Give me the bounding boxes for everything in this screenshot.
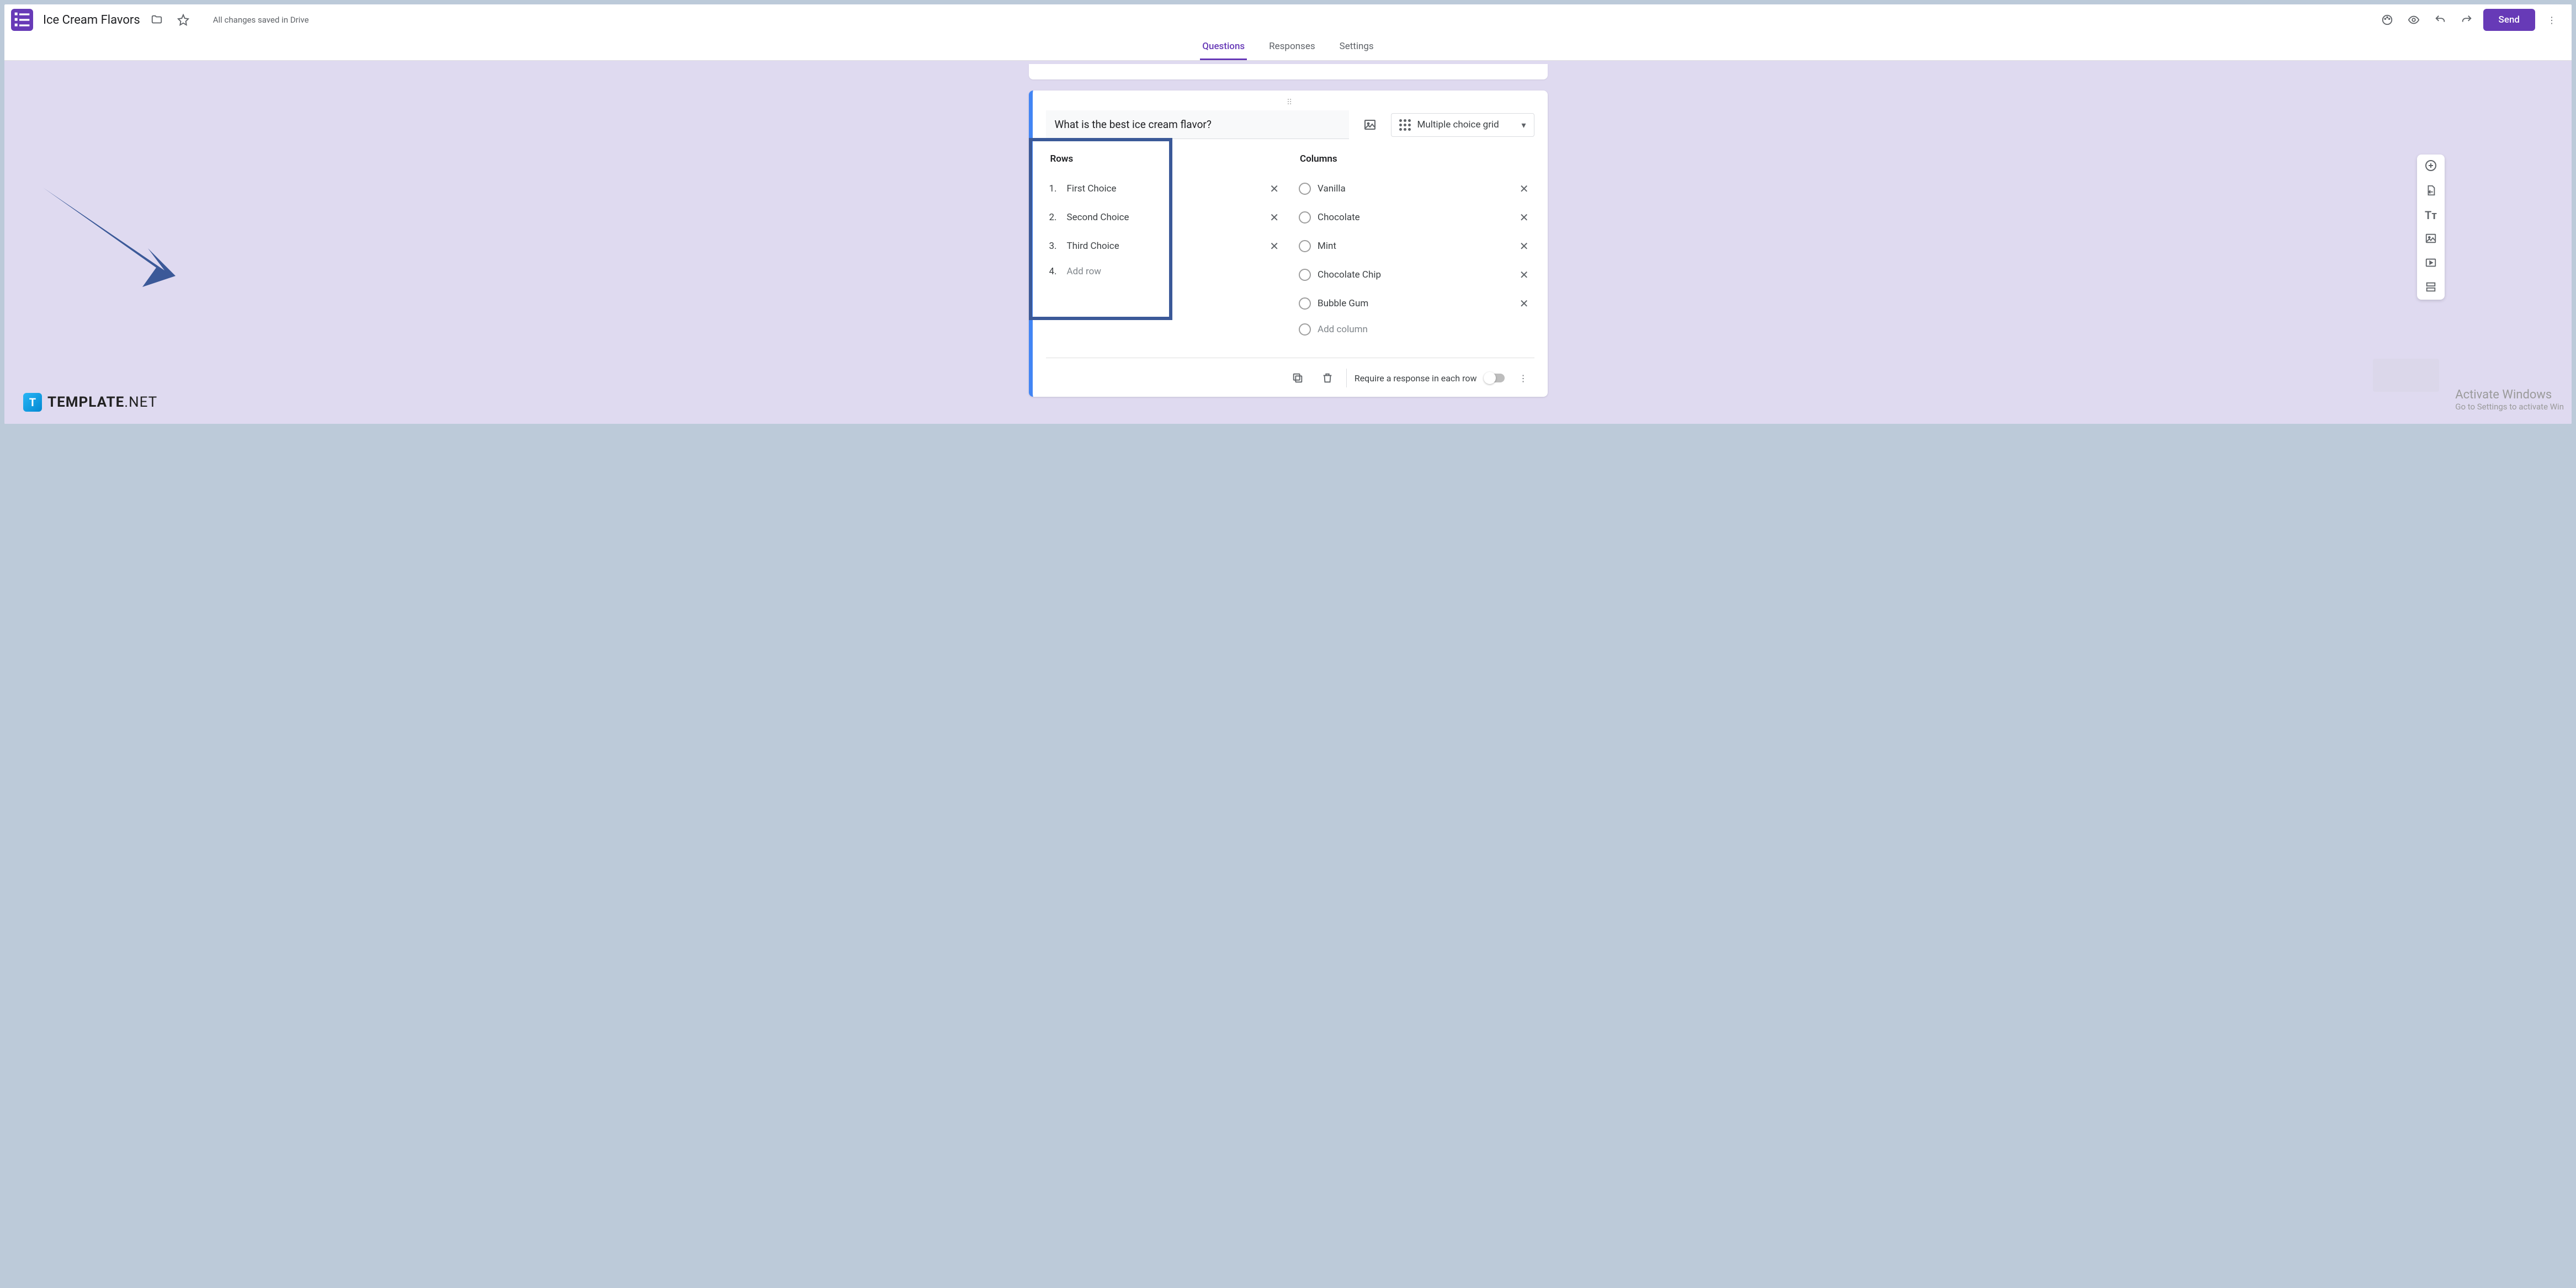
remove-column-icon[interactable]: ✕ (1517, 237, 1531, 255)
radio-icon (1299, 183, 1311, 195)
add-image-toolbar-icon[interactable] (2425, 232, 2437, 247)
row-item[interactable]: 1. First Choice ✕ (1046, 174, 1285, 203)
tab-responses[interactable]: Responses (1267, 35, 1317, 60)
radio-icon (1299, 240, 1311, 252)
document-title[interactable]: Ice Cream Flavors (43, 13, 140, 27)
remove-row-icon[interactable]: ✕ (1267, 237, 1281, 255)
preview-eye-icon[interactable] (2404, 10, 2424, 30)
app-header: Ice Cream Flavors All changes saved in D… (4, 4, 2572, 35)
radio-icon (1299, 211, 1311, 223)
grid-icon (1399, 119, 1411, 131)
form-canvas: ⠿ Multiple choice grid ▾ Rows 1. Firs (4, 61, 2572, 424)
add-title-icon[interactable]: Tᴛ (2425, 209, 2437, 222)
palette-icon[interactable] (2377, 10, 2397, 30)
forms-logo-icon[interactable] (11, 9, 33, 31)
import-questions-icon[interactable] (2425, 184, 2437, 199)
question-type-dropdown[interactable]: Multiple choice grid ▾ (1391, 113, 1534, 137)
add-image-icon[interactable] (1359, 114, 1381, 136)
question-text-input[interactable] (1046, 110, 1349, 139)
folder-icon[interactable] (147, 10, 167, 30)
column-item[interactable]: Mint ✕ (1295, 232, 1534, 260)
remove-column-icon[interactable]: ✕ (1517, 180, 1531, 198)
undo-icon[interactable] (2430, 10, 2450, 30)
require-response-toggle[interactable] (1485, 374, 1505, 382)
previous-card-stub (1029, 64, 1548, 79)
radio-icon (1299, 323, 1311, 336)
remove-row-icon[interactable]: ✕ (1267, 180, 1281, 198)
windows-activation-watermark: Activate Windows Go to Settings to activ… (2455, 388, 2564, 412)
add-row-button[interactable]: 4. Add row (1046, 260, 1285, 283)
floating-toolbar: Tᴛ (2417, 155, 2445, 300)
column-item[interactable]: Bubble Gum ✕ (1295, 289, 1534, 318)
remove-column-icon[interactable]: ✕ (1517, 266, 1531, 284)
watermark-logo-icon: T (23, 393, 42, 412)
remove-column-icon[interactable]: ✕ (1517, 295, 1531, 312)
redo-icon[interactable] (2457, 10, 2477, 30)
remove-row-icon[interactable]: ✕ (1267, 209, 1281, 226)
template-net-watermark: T TEMPLATE.NET (23, 393, 157, 412)
duplicate-icon[interactable] (1287, 367, 1309, 389)
row-item[interactable]: 3. Third Choice ✕ (1046, 232, 1285, 260)
question-more-icon[interactable]: ⋮ (1512, 367, 1534, 389)
snipping-tool-ghost (2373, 359, 2439, 392)
rows-column: Rows 1. First Choice ✕ 2. Second Choice … (1046, 153, 1285, 341)
star-icon[interactable] (173, 10, 193, 30)
require-response-label: Require a response in each row (1355, 373, 1477, 384)
question-footer: Require a response in each row ⋮ (1046, 358, 1534, 389)
add-section-icon[interactable] (2425, 281, 2437, 295)
tab-settings[interactable]: Settings (1337, 35, 1376, 60)
add-column-button[interactable]: Add column (1295, 318, 1534, 341)
radio-icon (1299, 297, 1311, 310)
columns-header: Columns (1300, 153, 1534, 164)
columns-column: Columns Vanilla ✕ Chocolate ✕ Mint (1295, 153, 1534, 341)
radio-icon (1299, 269, 1311, 281)
chevron-down-icon: ▾ (1521, 120, 1526, 130)
row-item[interactable]: 2. Second Choice ✕ (1046, 203, 1285, 232)
delete-icon[interactable] (1316, 367, 1339, 389)
send-button[interactable]: Send (2483, 9, 2535, 31)
drag-handle-icon[interactable]: ⠿ (1046, 98, 1534, 107)
main-tabs: Questions Responses Settings (4, 35, 2572, 61)
tab-questions[interactable]: Questions (1200, 35, 1247, 60)
tutorial-arrow-icon (32, 177, 187, 298)
add-question-icon[interactable] (2424, 159, 2437, 174)
more-icon[interactable]: ⋮ (2542, 10, 2562, 30)
question-type-label: Multiple choice grid (1417, 119, 1515, 130)
question-card[interactable]: ⠿ Multiple choice grid ▾ Rows 1. Firs (1029, 91, 1548, 397)
save-status: All changes saved in Drive (213, 15, 309, 25)
column-item[interactable]: Vanilla ✕ (1295, 174, 1534, 203)
column-item[interactable]: Chocolate Chip ✕ (1295, 260, 1534, 289)
remove-column-icon[interactable]: ✕ (1517, 209, 1531, 226)
column-item[interactable]: Chocolate ✕ (1295, 203, 1534, 232)
rows-header: Rows (1050, 153, 1285, 164)
add-video-icon[interactable] (2425, 257, 2437, 271)
